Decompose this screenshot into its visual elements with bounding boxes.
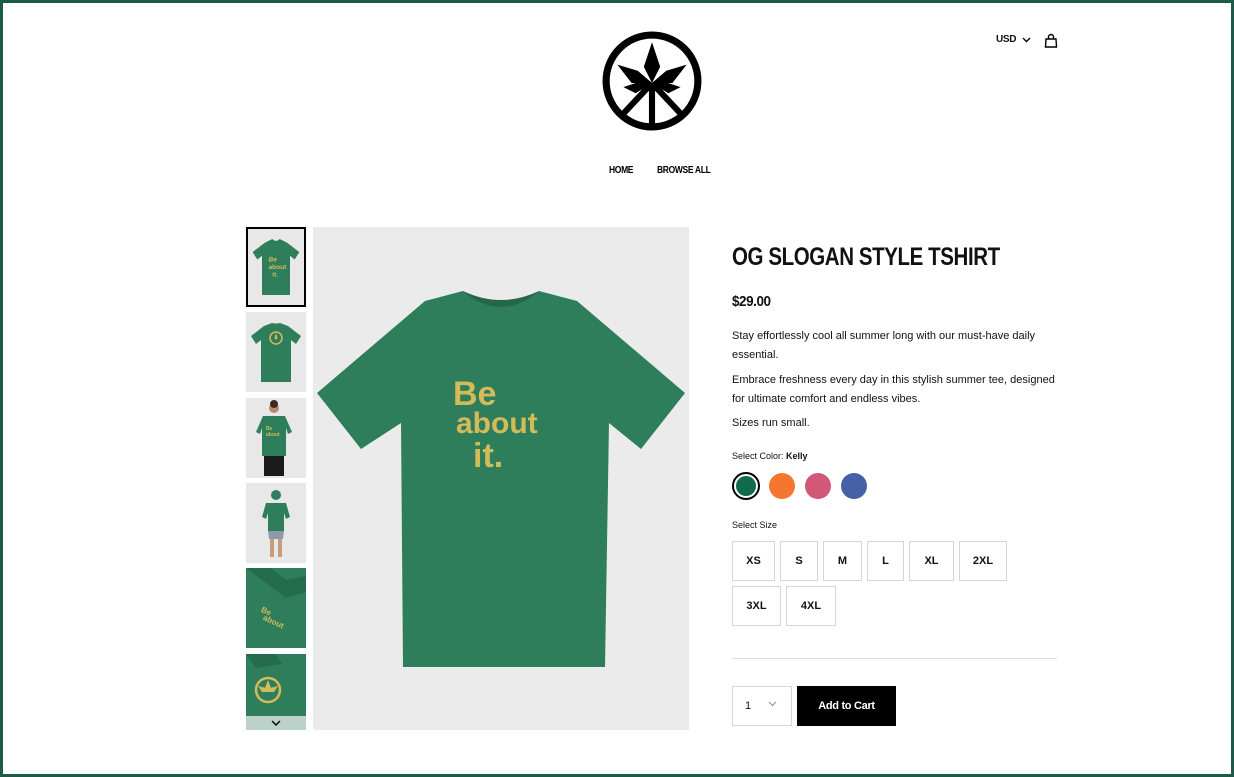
product-description-3: Sizes run small. [732, 417, 810, 429]
chevron-down-icon [768, 701, 777, 707]
thumbnail-strip: Be about it. Be about Be about [246, 227, 306, 730]
thumbnail-model-front[interactable]: Be about [246, 398, 306, 478]
model-front-thumb: Be about [256, 400, 292, 476]
size-label: Select Size [732, 520, 778, 530]
svg-text:it.: it. [272, 271, 278, 278]
add-to-cart-button[interactable]: Add to Cart [797, 686, 896, 726]
thumbnail-front[interactable]: Be about it. [246, 227, 306, 307]
nav-browse-all[interactable]: BROWSE ALL [657, 165, 711, 176]
currency-label: USD [996, 34, 1017, 45]
selected-color-name: Kelly [786, 451, 808, 461]
page-frame: USD HOME BROWSE ALL Be about it. Be abou… [0, 0, 1234, 777]
size-m[interactable]: M [823, 541, 862, 581]
color-label-prefix: Select Color: [732, 451, 787, 461]
svg-text:about: about [266, 432, 280, 438]
size-xl[interactable]: XL [909, 541, 954, 581]
main-nav: HOME BROWSE ALL [609, 165, 720, 176]
leaf-circle-logo-icon[interactable] [601, 30, 703, 132]
size-xs[interactable]: XS [732, 541, 775, 581]
product-title: OG SLOGAN STYLE TSHIRT [732, 243, 1000, 271]
swatch-kelly[interactable] [732, 472, 760, 500]
chevron-down-icon [1022, 37, 1031, 42]
model-back-thumb [262, 490, 290, 557]
svg-text:about: about [269, 264, 288, 271]
shirt-print-line-3: it. [473, 437, 503, 475]
currency-selector[interactable]: USD [996, 34, 1031, 45]
thumbnail-model-back[interactable] [246, 483, 306, 563]
swatch-orange[interactable] [768, 472, 796, 500]
thumbnail-back[interactable] [246, 312, 306, 392]
shirt-front-thumb: Be about it. [252, 239, 300, 295]
nav-home[interactable]: HOME [609, 165, 633, 176]
swatch-pink[interactable] [804, 472, 832, 500]
swatch-dot [805, 473, 831, 499]
color-swatches [732, 472, 868, 500]
size-4xl[interactable]: 4XL [786, 586, 836, 626]
shirt-back-thumb [251, 323, 301, 382]
size-s[interactable]: S [780, 541, 818, 581]
divider [732, 658, 1057, 659]
tshirt-image: Be about it. [317, 291, 685, 667]
size-3xl[interactable]: 3XL [732, 586, 781, 626]
quantity-value: 1 [745, 700, 752, 712]
svg-text:Be: Be [269, 256, 278, 263]
shopping-bag-icon[interactable] [1044, 33, 1058, 49]
swatch-dot [769, 473, 795, 499]
color-label: Select Color: Kelly [732, 451, 808, 461]
product-main-image[interactable]: Be about it. [313, 227, 689, 730]
shirt-print-line-2: about [456, 407, 538, 440]
quantity-select[interactable]: 1 [732, 686, 792, 726]
size-2xl[interactable]: 2XL [959, 541, 1007, 581]
swatch-dot [736, 476, 756, 496]
swatch-blue[interactable] [840, 472, 868, 500]
chevron-down-icon [271, 720, 281, 726]
thumbnail-flat-angle[interactable]: Be about [246, 568, 306, 648]
shirt-angle-thumb: Be about [246, 568, 306, 648]
size-l[interactable]: L [867, 541, 904, 581]
swatch-dot [841, 473, 867, 499]
product-description-1: Stay effortlessly cool all summer long w… [732, 330, 1036, 361]
gallery-next-button[interactable] [246, 716, 306, 730]
product-price: $29.00 [732, 293, 771, 310]
product-description-2: Embrace freshness every day in this styl… [732, 374, 1055, 405]
